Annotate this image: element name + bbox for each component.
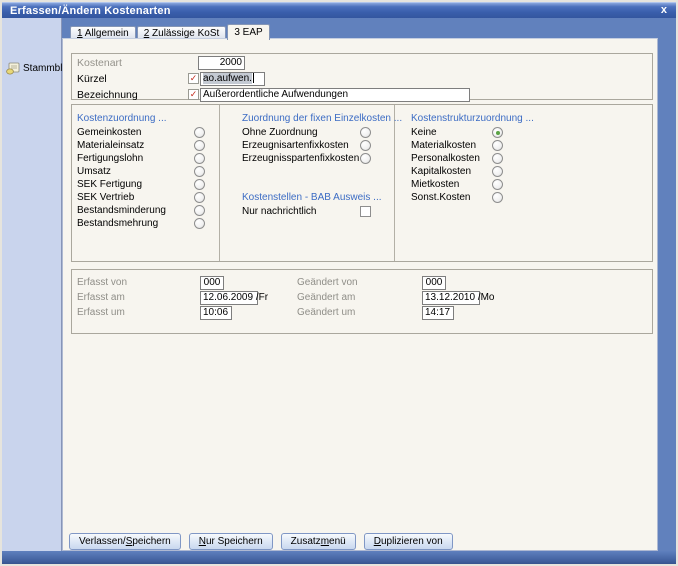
text-caret — [252, 73, 254, 83]
option-sek-fertigung: SEK Fertigung — [72, 178, 219, 191]
option-mietkosten: Mietkosten — [395, 178, 653, 191]
kostenstruktur-group: Kostenstrukturzuordnung ... Keine Materi… — [395, 113, 653, 261]
erfasst-um-value[interactable]: 10:06 — [200, 306, 232, 320]
kostenzuordnung-group: Kostenzuordnung ... Gemeinkosten Materia… — [72, 113, 219, 261]
option-personalkosten: Personalkosten — [395, 152, 653, 165]
button-bar: Verlassen/Speichern Nur Speichern Zusatz… — [69, 533, 453, 550]
fixe-einzelkosten-group: Zuordnung der fixen Einzelkosten ... Ohn… — [220, 113, 403, 261]
geaendert-um-label: Geändert um — [297, 307, 356, 318]
geaendert-um-value[interactable]: 14:17 — [422, 306, 454, 320]
radio-mietkosten[interactable] — [492, 179, 503, 190]
group-title: Zuordnung der fixen Einzelkosten ... — [242, 113, 403, 124]
option-bestandsminderung: Bestandsminderung — [72, 204, 219, 217]
radio-gemeinkosten[interactable] — [194, 127, 205, 138]
erfasst-um-label: Erfasst um — [77, 307, 125, 318]
radio-bestandsminderung[interactable] — [194, 205, 205, 216]
radio-materialkosten[interactable] — [492, 140, 503, 151]
kostenart-input[interactable]: 2000 — [198, 56, 245, 70]
sidebar: Stammblatt — [2, 18, 74, 551]
nur-speichern-button[interactable]: Nur Speichern — [188, 533, 273, 550]
radio-personalkosten[interactable] — [492, 153, 503, 164]
radio-bestandsmehrung[interactable] — [194, 218, 205, 229]
group-title: Kostenstrukturzuordnung ... — [411, 113, 534, 124]
bezeichnung-check-icon[interactable]: ✓ — [188, 89, 199, 100]
option-ohne-zuordnung: Ohne Zuordnung — [220, 126, 394, 139]
close-icon[interactable]: x — [661, 3, 667, 18]
option-materialeinsatz: Materialeinsatz — [72, 139, 219, 152]
option-gemeinkosten: Gemeinkosten — [72, 126, 219, 139]
radio-ohne-zuordnung[interactable] — [360, 127, 371, 138]
kuerzel-check-icon[interactable]: ✓ — [188, 73, 199, 84]
window-title: Erfassen/Ändern Kostenarten — [10, 4, 171, 17]
radio-fertigungslohn[interactable] — [194, 153, 205, 164]
radio-keine[interactable] — [492, 127, 503, 138]
geaendert-am-label: Geändert am — [297, 292, 356, 303]
erfasst-von-value[interactable]: 000 — [200, 276, 224, 290]
radio-sek-vertrieb[interactable] — [194, 192, 205, 203]
geaendert-von-label: Geändert von — [297, 277, 358, 288]
bezeichnung-label: Bezeichnung — [77, 89, 138, 101]
audit-row-am: Erfasst am 12.06.2009 /Fr Geändert am 13… — [72, 291, 652, 305]
duplizieren-von-button[interactable]: Duplizieren von — [363, 533, 453, 550]
window-bottom-border — [2, 551, 676, 564]
radio-umsatz[interactable] — [194, 166, 205, 177]
option-erzeugnisspartenfixkosten: Erzeugnisspartenfixkosten — [220, 152, 394, 165]
app-window: Erfassen/Ändern Kostenarten x Stammblatt… — [0, 0, 678, 566]
radio-kapitalkosten[interactable] — [492, 166, 503, 177]
bab-group-title: Kostenstellen - BAB Ausweis ... — [242, 192, 382, 203]
erfasst-am-label: Erfasst am — [77, 292, 125, 303]
erfasst-von-label: Erfasst von — [77, 277, 128, 288]
kuerzel-input[interactable]: ao.aufwen. — [200, 72, 265, 86]
kostenart-label: Kostenart — [77, 57, 122, 69]
geaendert-von-value[interactable]: 000 — [422, 276, 446, 290]
option-keine: Keine — [395, 126, 653, 139]
erfasst-am-value[interactable]: 12.06.2009 /Fr — [200, 291, 268, 305]
option-nur-nachrichtlich: Nur nachrichtlich — [220, 205, 394, 218]
verlassen-speichern-button[interactable]: Verlassen/Speichern — [69, 533, 181, 550]
header-fieldset: Kostenart 2000 Kürzel ✓ ao.aufwen. Bezei… — [71, 53, 653, 102]
kuerzel-row: Kürzel ✓ ao.aufwen. — [72, 72, 652, 86]
option-sonst-kosten: Sonst.Kosten — [395, 191, 653, 204]
checkbox-nur-nachrichtlich[interactable] — [360, 206, 371, 217]
option-kapitalkosten: Kapitalkosten — [395, 165, 653, 178]
radio-sonst-kosten[interactable] — [492, 192, 503, 203]
radio-sek-fertigung[interactable] — [194, 179, 205, 190]
bezeichnung-row: Bezeichnung ✓ Außerordentliche Aufwendun… — [72, 88, 652, 102]
main-area: 1 Allgemein 2 Zulässige KoSt 3 EAP Koste… — [62, 18, 676, 551]
group-title: Kostenzuordnung ... — [77, 113, 167, 124]
audit-row-um: Erfasst um 10:06 Geändert um 14:17 — [72, 306, 652, 320]
tab-eap[interactable]: 3 EAP — [227, 24, 270, 40]
option-materialkosten: Materialkosten — [395, 139, 653, 152]
stammblatt-icon — [6, 62, 20, 75]
option-umsatz: Umsatz — [72, 165, 219, 178]
form-panel: Kostenart 2000 Kürzel ✓ ao.aufwen. Bezei… — [62, 38, 658, 551]
audit-row-von: Erfasst von 000 Geändert von 000 — [72, 276, 652, 290]
option-fertigungslohn: Fertigungslohn — [72, 152, 219, 165]
zusatzmenu-button[interactable]: Zusatzmenü — [280, 533, 356, 550]
option-erzeugnisartenfixkosten: Erzeugnisartenfixkosten — [220, 139, 394, 152]
titlebar[interactable]: Erfassen/Ändern Kostenarten x — [2, 2, 676, 18]
option-bestandsmehrung: Bestandsmehrung — [72, 217, 219, 230]
assignment-fieldset: Kostenzuordnung ... Gemeinkosten Materia… — [71, 104, 653, 262]
kuerzel-label: Kürzel — [77, 73, 107, 85]
geaendert-am-value[interactable]: 13.12.2010 /Mo — [422, 291, 495, 305]
radio-materialeinsatz[interactable] — [194, 140, 205, 151]
radio-erzeugnisspartenfixkosten[interactable] — [360, 153, 371, 164]
bezeichnung-input[interactable]: Außerordentliche Aufwendungen — [200, 88, 470, 102]
radio-erzeugnisartenfixkosten[interactable] — [360, 140, 371, 151]
option-sek-vertrieb: SEK Vertrieb — [72, 191, 219, 204]
kostenart-row: Kostenart 2000 — [72, 56, 652, 70]
audit-fieldset: Erfasst von 000 Geändert von 000 Erfasst… — [71, 269, 653, 334]
